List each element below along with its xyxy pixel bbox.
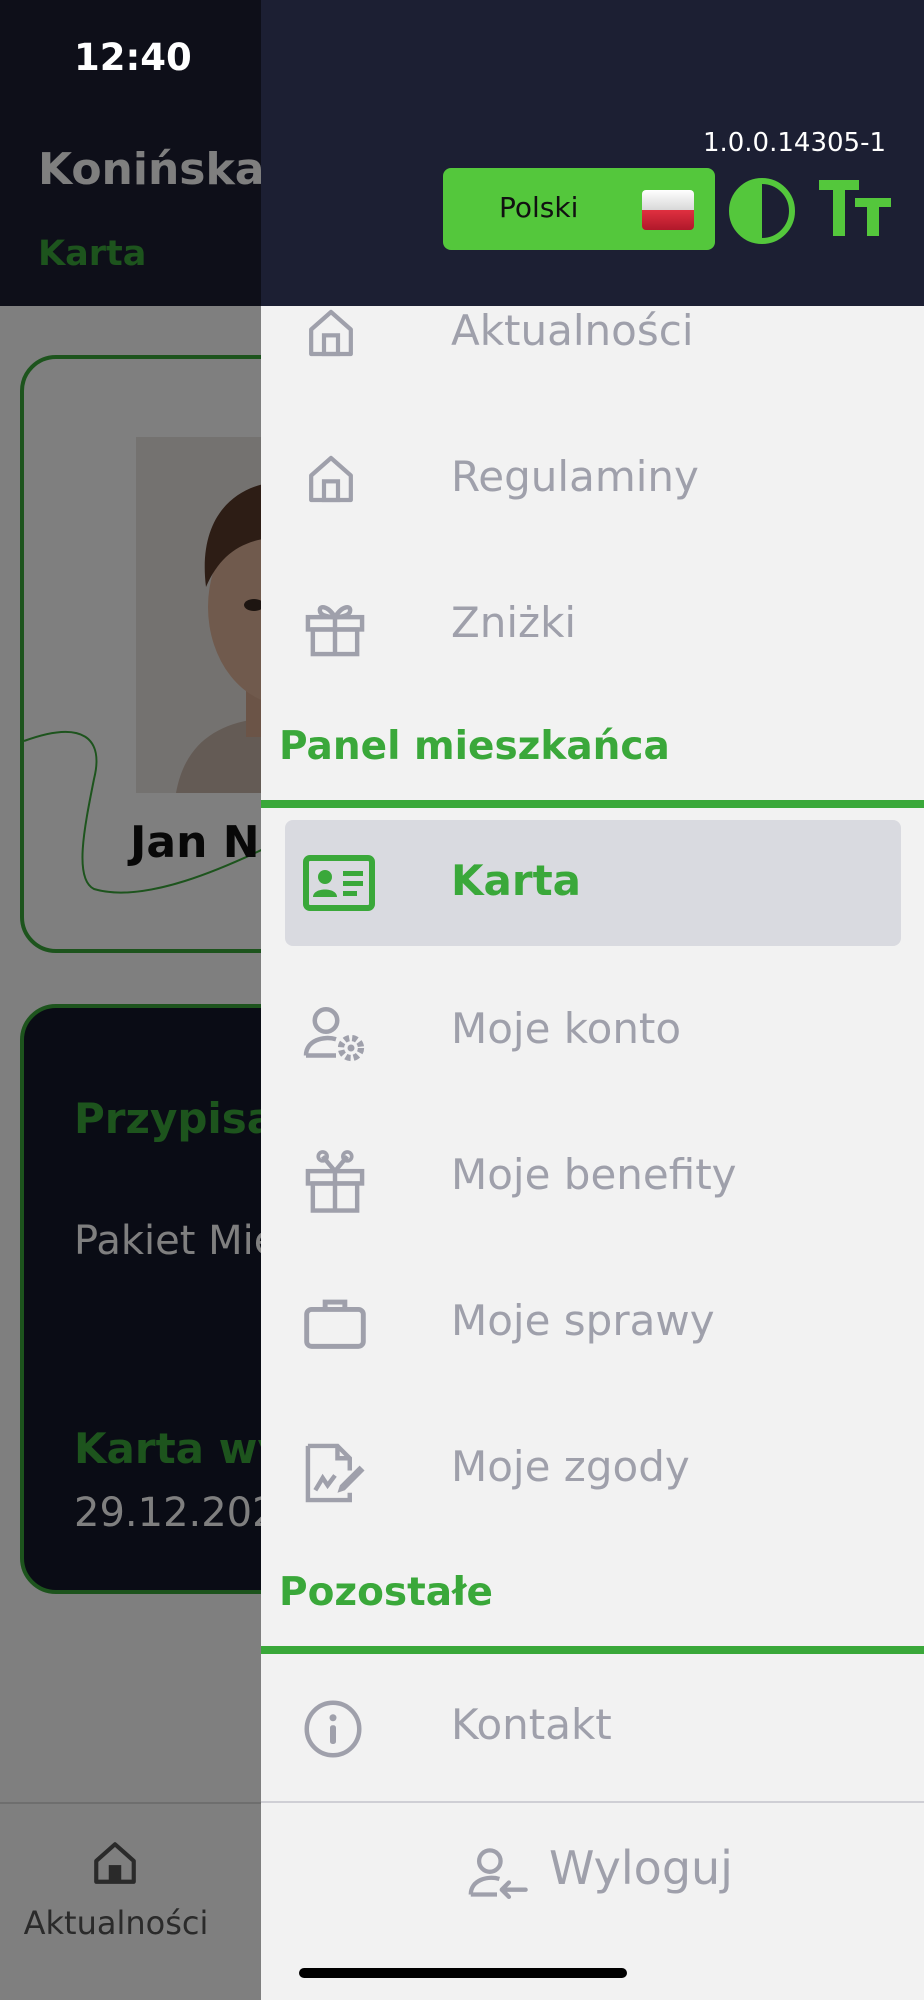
- menu-label-my-consents: Moje zgody: [451, 1442, 690, 1491]
- drawer-header: 1.0.0.14305-1 Polski: [261, 0, 924, 306]
- poland-flag-icon: [642, 190, 694, 230]
- home-icon: [309, 455, 353, 503]
- gift-icon: [305, 605, 365, 657]
- font-size-icon[interactable]: [819, 180, 891, 236]
- contrast-icon[interactable]: [727, 176, 797, 246]
- menu-item-my-account[interactable]: Moje konto: [261, 976, 924, 1086]
- menu-label-news: Aktualności: [451, 306, 694, 355]
- logout-user-icon: [468, 1848, 528, 1899]
- menu-item-card[interactable]: Karta: [285, 820, 901, 946]
- menu-item-my-cases[interactable]: Moje sprawy: [261, 1268, 924, 1378]
- section-title-other: Pozostałe: [279, 1570, 493, 1615]
- menu-label-card: Karta: [451, 856, 582, 905]
- menu-item-my-benefits[interactable]: Moje benefity: [261, 1122, 924, 1232]
- language-label: Polski: [499, 191, 579, 224]
- menu-item-news[interactable]: Aktualności: [261, 278, 924, 388]
- menu-label-my-cases: Moje sprawy: [451, 1296, 715, 1345]
- menu-label-discounts: Zniżki: [451, 598, 577, 647]
- home-icon: [309, 309, 353, 357]
- menu-label-my-benefits: Moje benefity: [451, 1150, 737, 1199]
- section-divider: [261, 800, 924, 808]
- id-card-icon: [303, 855, 375, 911]
- user-settings-icon: [303, 1007, 365, 1062]
- menu-item-regulations[interactable]: Regulaminy: [261, 424, 924, 534]
- menu-label-regulations: Regulaminy: [451, 452, 699, 501]
- logout-label: Wyloguj: [549, 1841, 733, 1895]
- gift-icon: [305, 1150, 365, 1213]
- section-title-resident: Panel mieszkańca: [279, 724, 670, 769]
- language-button[interactable]: Polski: [443, 168, 715, 250]
- section-divider: [261, 1646, 924, 1654]
- status-time: 12:40: [74, 36, 192, 79]
- menu-item-my-consents[interactable]: Moje zgody: [261, 1414, 924, 1524]
- menu-item-contact[interactable]: Kontakt: [261, 1672, 924, 1782]
- navigation-drawer: 1.0.0.14305-1 Polski Aktualności Regulam…: [261, 0, 924, 2000]
- menu-label-my-account: Moje konto: [451, 1004, 682, 1053]
- menu-item-discounts[interactable]: Zniżki: [261, 570, 924, 680]
- briefcase-icon: [304, 1299, 366, 1349]
- menu-label-contact: Kontakt: [451, 1700, 612, 1749]
- document-signature-icon: [305, 1443, 365, 1503]
- info-icon: [304, 1700, 362, 1758]
- home-indicator[interactable]: [299, 1968, 627, 1978]
- app-version: 1.0.0.14305-1: [702, 128, 886, 158]
